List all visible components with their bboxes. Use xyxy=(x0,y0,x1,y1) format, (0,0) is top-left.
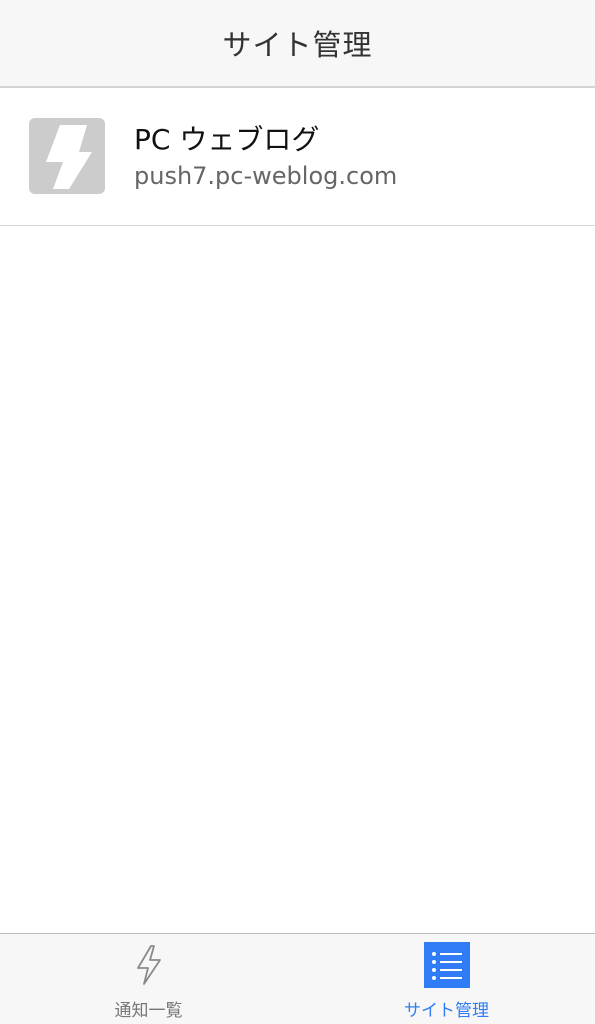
lightning-icon xyxy=(136,945,161,985)
navigation-bar: サイト管理 xyxy=(0,0,595,88)
tab-site-management[interactable]: サイト管理 xyxy=(298,934,595,1024)
tab-notifications-label: 通知一覧 xyxy=(114,1001,183,1021)
site-name: PC ウェブログ xyxy=(134,123,320,156)
page-title: サイト管理 xyxy=(222,28,373,62)
lightning-bolt-icon xyxy=(29,118,105,194)
site-url: push7.pc-weblog.com xyxy=(134,162,398,190)
site-list: PC ウェブログ push7.pc-weblog.com xyxy=(0,88,595,226)
site-row[interactable]: PC ウェブログ push7.pc-weblog.com xyxy=(0,88,595,226)
tab-notifications[interactable]: 通知一覧 xyxy=(0,934,297,1024)
tab-bar: 通知一覧 サイト管理 xyxy=(0,933,595,1024)
tab-site-management-label: サイト管理 xyxy=(404,1001,489,1021)
list-icon xyxy=(423,942,470,988)
screen: サイト管理 PC ウェブログ push7.pc-weblog.com 通知一覧 xyxy=(0,0,595,1024)
